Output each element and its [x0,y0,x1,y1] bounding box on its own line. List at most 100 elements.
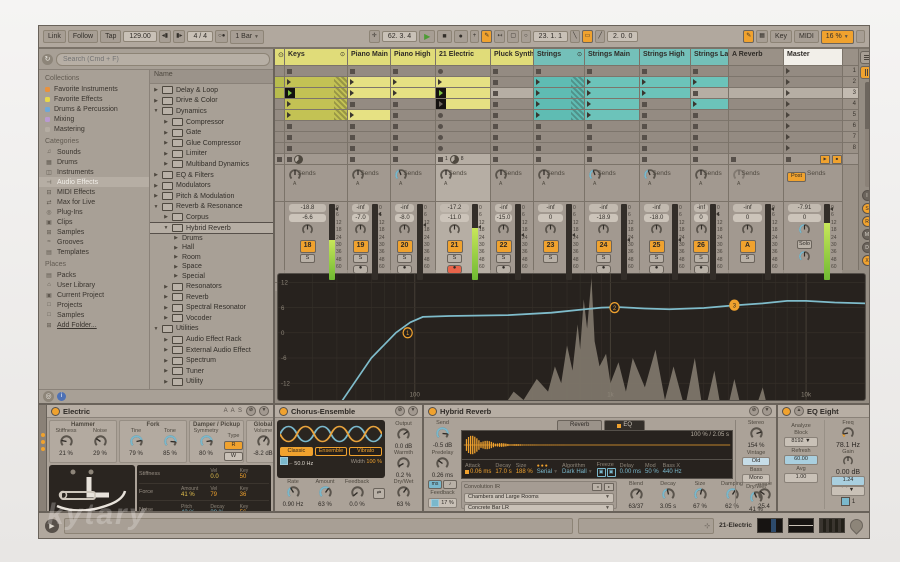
clip-stop-button[interactable] [693,124,698,129]
clip-slot[interactable] [391,143,435,154]
scene-number[interactable]: 4 [843,99,858,110]
solo-button[interactable]: S [300,254,315,263]
clip-slot[interactable] [640,143,690,154]
time-signature[interactable]: 4 / 4 [187,31,213,42]
volume-display[interactable]: -15.0 [495,214,513,222]
preview-toggle-icon[interactable]: ◎ [43,391,54,402]
clip-slot[interactable] [691,132,728,143]
mixer-toggle-m[interactable]: M [862,229,871,240]
tree-item[interactable]: ▶Pitch & Modulation [150,191,273,202]
chevron-right-icon[interactable]: ▶ [163,214,169,220]
device-thumbnail[interactable] [788,518,814,533]
clip-stop-button[interactable] [350,69,355,74]
clip-slot[interactable] [285,121,347,132]
clip-slot[interactable] [729,66,783,77]
computer-midi-keyboard-button[interactable]: ▦ [756,30,768,43]
stop-all-clips-button[interactable]: ■ [832,155,842,164]
clip-slot[interactable] [285,66,347,77]
type-button-r[interactable]: R [224,441,243,450]
stop-all-track-button[interactable] [731,157,736,162]
track-header[interactable]: Strings Main [585,49,639,66]
place-item-user-library[interactable]: ⌂User Library [39,280,149,290]
clip-stop-button[interactable] [350,124,355,129]
loop-button[interactable]: ▭ [582,30,594,43]
tree-item[interactable]: ▶Utility [150,377,273,388]
clip-slot[interactable] [585,88,639,99]
tree-item[interactable]: ▶Room [150,253,273,263]
chevron-right-icon[interactable]: ▶ [163,130,169,136]
tree-item[interactable]: ▶Corpus [150,212,273,223]
pan-knob[interactable] [798,223,811,238]
stop-all-track-button[interactable] [642,157,647,162]
param-bass-x[interactable]: Bass X440 Hz [663,463,682,475]
tree-item[interactable]: ▶Tuner [150,366,273,377]
clip-slot[interactable] [585,66,639,77]
punch-in-button[interactable]: ╲ [570,30,580,43]
chevron-right-icon[interactable]: ▶ [153,87,159,93]
tree-header[interactable]: Name [150,70,273,84]
chevron-right-icon[interactable]: ▶ [173,273,179,279]
eq-spectrum-display[interactable]: 1231260-6-121001k10k [277,273,866,401]
loop-start-display[interactable]: 23. 1. 1 [533,31,568,42]
track-stop-row[interactable] [348,154,390,165]
track-stop-row[interactable] [585,154,639,165]
track-header[interactable]: Keys⊙ [285,49,347,66]
clip-slot[interactable] [691,99,728,110]
knob-warmth[interactable]: Warmth0.2 % [388,450,420,479]
clip-slot[interactable] [391,110,435,121]
pan-knob[interactable] [650,223,663,238]
scene-number[interactable]: 1 [843,66,858,77]
track-stop-row[interactable] [285,154,347,165]
solo-button[interactable]: Solo [797,240,812,249]
clip-slot[interactable] [640,99,690,110]
clip-stop-button[interactable] [493,113,498,118]
chevron-right-icon[interactable]: ▶ [163,140,169,146]
overdub-button[interactable]: + [470,30,480,43]
clip[interactable] [585,110,639,120]
tree-item[interactable]: ▶Drive & Color [150,96,273,107]
mode-button-vibrato[interactable]: Vibrato [349,447,382,456]
chevron-down-icon[interactable]: ▼ [153,108,159,114]
volume-display[interactable]: -11.0 [440,214,469,222]
clip[interactable] [348,77,390,87]
follow-position-button[interactable]: ✛ [369,30,380,43]
tree-item[interactable]: ▶Spectrum [150,355,273,366]
clip-slot[interactable] [691,110,728,121]
solo-button[interactable]: S [694,254,709,263]
clip-stop-button[interactable] [350,135,355,140]
peak-level-display[interactable]: -inf [352,204,370,212]
chevron-right-icon[interactable]: ▶ [163,305,169,311]
pan-knob[interactable] [695,223,708,238]
clip-slot[interactable] [436,99,490,110]
clip-stop-button[interactable] [493,91,498,96]
solo-button[interactable]: S [543,254,558,263]
info-icon[interactable]: i [57,392,66,401]
knob-stiffness[interactable]: Stiffness21 % [50,428,82,457]
clip-slot[interactable] [534,110,584,121]
volume-display[interactable]: -7.0 [352,214,370,222]
stop-all-track-button[interactable] [277,157,282,162]
clip-record-button[interactable] [438,135,443,140]
feedback-invert-button[interactable]: ⇄ [373,488,385,499]
mixer-toggle-i[interactable]: I [862,190,871,201]
clip[interactable] [585,99,639,109]
gain-knob[interactable] [842,455,854,469]
param-mod[interactable]: Mod50 % [645,463,659,475]
clip-slot[interactable] [436,110,490,121]
cpu-meter[interactable]: 16 % ▼ [821,30,854,44]
param-delay[interactable]: Delay0.00 ms [620,463,641,475]
key-map-button[interactable]: Key [770,30,792,43]
clip-stop-button[interactable] [393,124,398,129]
mixer-toggle-x[interactable]: X [862,255,871,266]
knob-send[interactable]: Send-0.5 dB [427,420,459,449]
collection-item[interactable]: Mixing [39,114,149,124]
tree-item[interactable]: ▶External Audio Effect [150,345,273,356]
tempo-display[interactable]: 129.00 [123,31,156,42]
scene-launch-slot[interactable] [784,66,842,77]
group-fold-button[interactable]: ⊙ [275,49,284,66]
peak-level-display[interactable]: -inf [395,204,415,212]
track-stop-row[interactable] [640,154,690,165]
block-dropdown[interactable]: 8192 ▼ [784,437,818,447]
session-record-button[interactable]: ○ [521,30,531,43]
category-item-plug-ins[interactable]: ◎Plug-Ins [39,207,149,217]
